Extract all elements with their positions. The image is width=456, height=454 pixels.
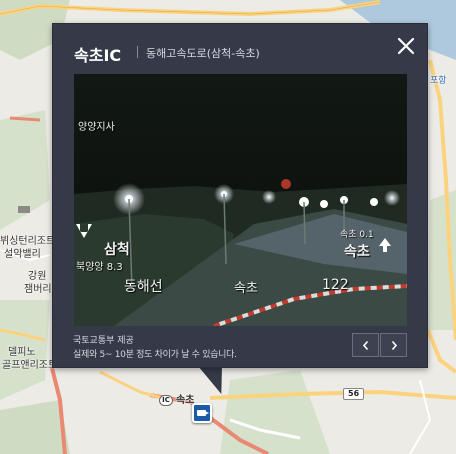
chevron-right-icon xyxy=(391,340,398,351)
map-label-pohang: 포항 xyxy=(430,76,447,86)
cctv-camera-view: 양양지사 삼척 북양양 8.3 속초 0.1 속초 동해선 속초 122 xyxy=(74,74,407,326)
camera-overlay-sokcho: 속초 xyxy=(234,281,258,296)
map-label-delpino: 델피노 xyxy=(8,347,36,358)
title-separator xyxy=(137,46,138,58)
map-label-gangwon: 강원 xyxy=(28,271,47,282)
cctv-marker-icon[interactable] xyxy=(192,403,212,423)
cctv-popup: 속초IC 동해고속도로(삼척-속초) 양양지사 삼척 북양양 8.3 속초 0.… xyxy=(52,23,428,368)
camera-overlay-office: 양양지사 xyxy=(78,122,115,133)
camera-overlay-line: 동해선 xyxy=(124,279,163,295)
map-label-resort-prefix: 뷔싱턴리조트 xyxy=(0,236,56,247)
camera-overlay-km: 122 xyxy=(322,277,349,293)
prev-camera-button[interactable] xyxy=(352,333,379,357)
map-label-jambury: 잼버리 xyxy=(24,284,52,295)
next-camera-button[interactable] xyxy=(380,333,407,357)
chevron-left-icon xyxy=(362,340,369,351)
camera-overlay-direction-right: 속초 xyxy=(344,244,370,260)
close-icon xyxy=(397,37,415,55)
camera-overlay-direction-left: 삼척 xyxy=(104,242,130,258)
ic-badge: IC xyxy=(159,395,173,406)
popup-subtitle: 동해고속도로(삼척-속초) xyxy=(146,47,260,60)
camera-overlay-dist-right: 속초 0.1 xyxy=(340,230,374,240)
delay-notice: 실제와 5~ 10분 정도 차이가 날 수 있습니다. xyxy=(73,350,237,360)
camera-overlay-dist-left: 북양양 8.3 xyxy=(76,262,123,273)
popup-title: 속초IC xyxy=(74,46,122,65)
provider-text: 국토교통부 제공 xyxy=(73,336,134,346)
map-label-resort: 설악밸리 xyxy=(4,249,41,260)
route-56-badge: 56 xyxy=(343,388,365,400)
map-label-golf: 골프앤리조트 xyxy=(2,360,58,371)
close-button[interactable] xyxy=(395,35,417,57)
